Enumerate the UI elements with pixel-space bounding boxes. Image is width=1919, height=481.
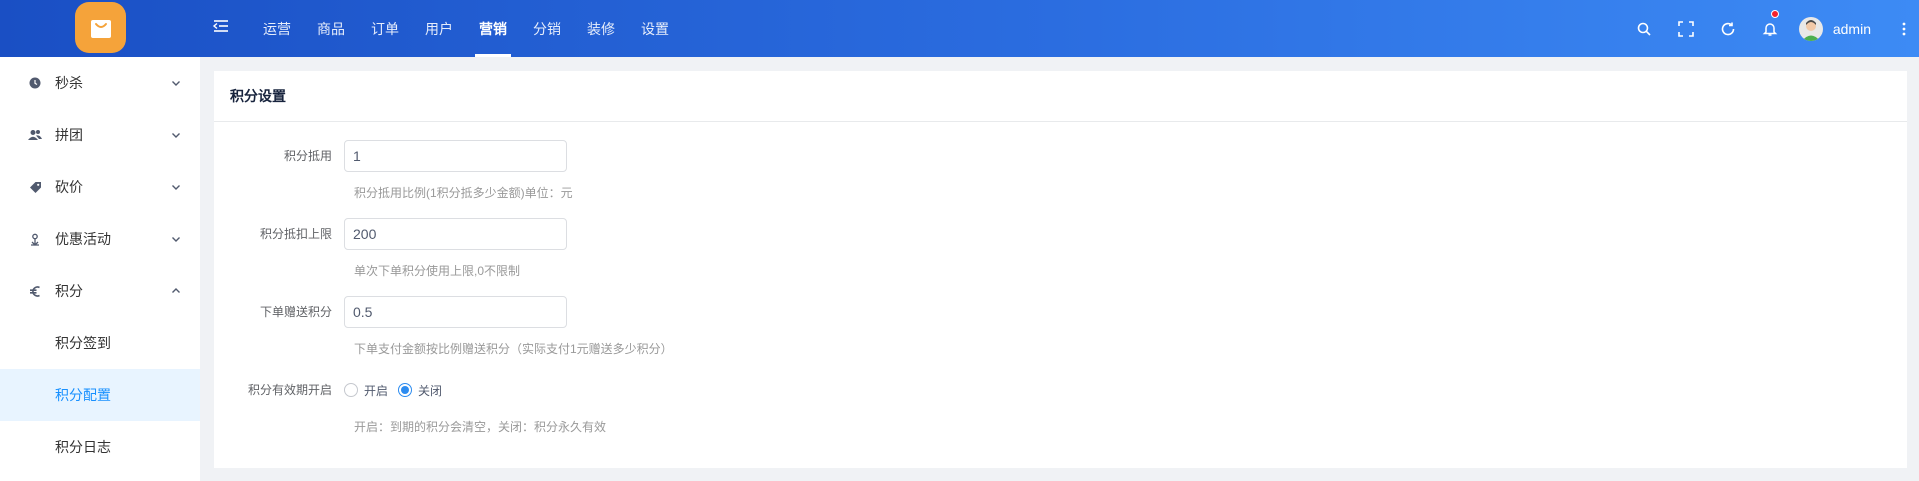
page-title: 积分设置 (214, 71, 1907, 122)
expiry-disable-label[interactable]: 关闭 (418, 382, 442, 399)
order-bonus-input[interactable]: 0.5 (344, 296, 567, 328)
search-icon[interactable] (1623, 0, 1665, 57)
settings-card: 积分设置 积分抵用 1 积分抵用比例(1积分抵多少金额)单位：元 积分抵扣上限 … (214, 71, 1907, 468)
menu-collapse-icon[interactable] (212, 17, 230, 35)
nav-yingxiao[interactable]: 营销 (466, 0, 520, 57)
nav-zhuangxiu[interactable]: 装修 (574, 0, 628, 57)
username: admin (1832, 20, 1871, 37)
shopping-bag-icon (90, 19, 111, 38)
nav-shangpin[interactable]: 商品 (304, 0, 358, 57)
sidebar-subitem-jifen-qiandao[interactable]: 积分签到 (0, 317, 200, 369)
chevron-down-icon (172, 237, 180, 242)
app-logo[interactable] (75, 2, 126, 53)
sidebar: 秒杀 拼团 砍价 优惠活动 积分 积分签到 积分配置 积分日志 (0, 57, 200, 481)
expiry-radio-group: 开启 关闭 (344, 374, 452, 406)
sidebar-item-jifen[interactable]: 积分 (0, 265, 200, 317)
form-row-deduction-limit: 积分抵扣上限 200 (214, 218, 567, 250)
refresh-icon[interactable] (1707, 0, 1749, 57)
deduction-limit-label: 积分抵扣上限 (259, 227, 332, 241)
expiry-disable-radio[interactable] (398, 383, 413, 397)
expiry-hint: 开启：到期的积分会清空，关闭：积分永久有效 (354, 420, 607, 434)
top-header: 运营 商品 订单 用户 营销 分销 装修 设置 admin (0, 0, 1919, 57)
deduction-limit-input[interactable]: 200 (344, 218, 567, 250)
expiry-label: 积分有效期开启 (247, 383, 332, 397)
logo-area (0, 0, 200, 57)
form-row-points-deduction: 积分抵用 1 (214, 140, 567, 172)
form-row-order-bonus: 下单赠送积分 0.5 (214, 296, 567, 328)
sidebar-item-pintuan[interactable]: 拼团 (0, 109, 200, 161)
nav-shezhi[interactable]: 设置 (628, 0, 682, 57)
sidebar-item-youhui[interactable]: 优惠活动 (0, 213, 200, 265)
sidebar-item-label: 积分 (55, 283, 83, 299)
chevron-down-icon (172, 133, 180, 138)
chevron-up-icon (172, 288, 180, 293)
sidebar-item-label: 拼团 (55, 127, 83, 143)
group-icon (28, 128, 42, 142)
sidebar-item-label: 优惠活动 (55, 231, 111, 247)
chevron-down-icon (172, 185, 180, 190)
notification-badge (1770, 10, 1779, 18)
points-deduction-label: 积分抵用 (283, 149, 332, 163)
deduction-limit-hint: 单次下单积分使用上限,0不限制 (354, 264, 521, 278)
header-actions: admin (1623, 0, 1919, 57)
fullscreen-icon[interactable] (1665, 0, 1707, 57)
more-icon[interactable] (1889, 0, 1919, 57)
nav-dingdan[interactable]: 订单 (358, 0, 412, 57)
euro-icon (28, 284, 42, 298)
chevron-down-icon (172, 81, 180, 86)
points-deduction-input[interactable]: 1 (344, 140, 567, 172)
tag-icon (28, 180, 42, 194)
sidebar-subitem-jifen-rizhi[interactable]: 积分日志 (0, 421, 200, 473)
top-nav: 运营 商品 订单 用户 营销 分销 装修 设置 (250, 0, 682, 57)
points-deduction-hint: 积分抵用比例(1积分抵多少金额)单位：元 (354, 186, 573, 200)
form-row-expiry: 积分有效期开启 开启 关闭 (214, 374, 452, 406)
sidebar-item-label: 秒杀 (55, 75, 83, 91)
nav-yonghu[interactable]: 用户 (412, 0, 466, 57)
sidebar-item-label: 砍价 (55, 179, 83, 195)
order-bonus-hint: 下单支付金额按比例赠送积分（实际支付1元赠送多少积分） (354, 342, 673, 356)
order-bonus-label: 下单赠送积分 (259, 305, 332, 319)
bell-icon[interactable] (1749, 0, 1791, 57)
nav-fenxiao[interactable]: 分销 (520, 0, 574, 57)
nav-yunying[interactable]: 运营 (250, 0, 304, 57)
gift-icon (28, 232, 42, 246)
avatar (1798, 16, 1823, 41)
user-menu[interactable]: admin (1791, 0, 1889, 57)
expiry-enable-radio[interactable] (344, 383, 358, 397)
sidebar-item-kanjia[interactable]: 砍价 (0, 161, 200, 213)
expiry-enable-label[interactable]: 开启 (364, 382, 388, 399)
sidebar-subitem-jifen-peizhi[interactable]: 积分配置 (0, 369, 200, 421)
sidebar-item-miaosha[interactable]: 秒杀 (0, 57, 200, 109)
clock-icon (28, 76, 42, 90)
